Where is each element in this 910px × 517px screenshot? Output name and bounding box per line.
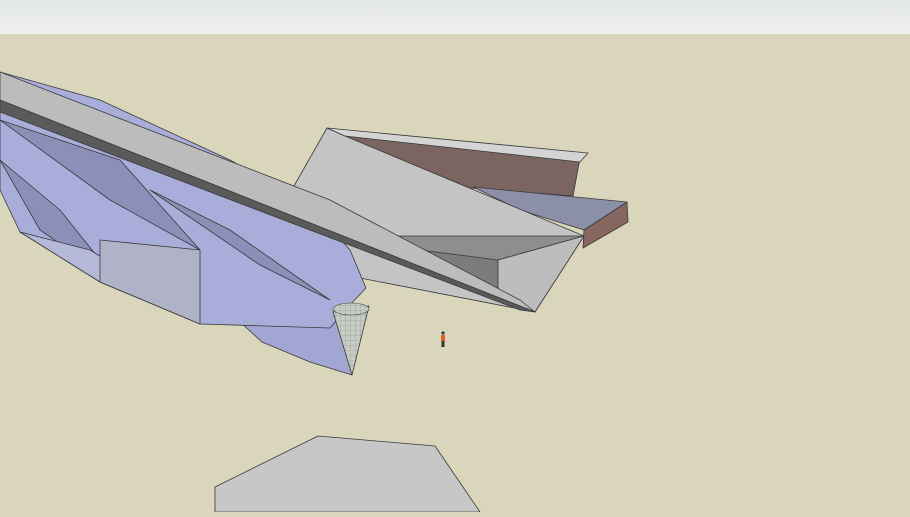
sky xyxy=(0,0,910,34)
3d-model-viewport[interactable] xyxy=(0,0,910,513)
scale-person xyxy=(441,331,445,347)
scene-canvas[interactable] xyxy=(0,0,910,513)
cone-top xyxy=(332,302,370,316)
